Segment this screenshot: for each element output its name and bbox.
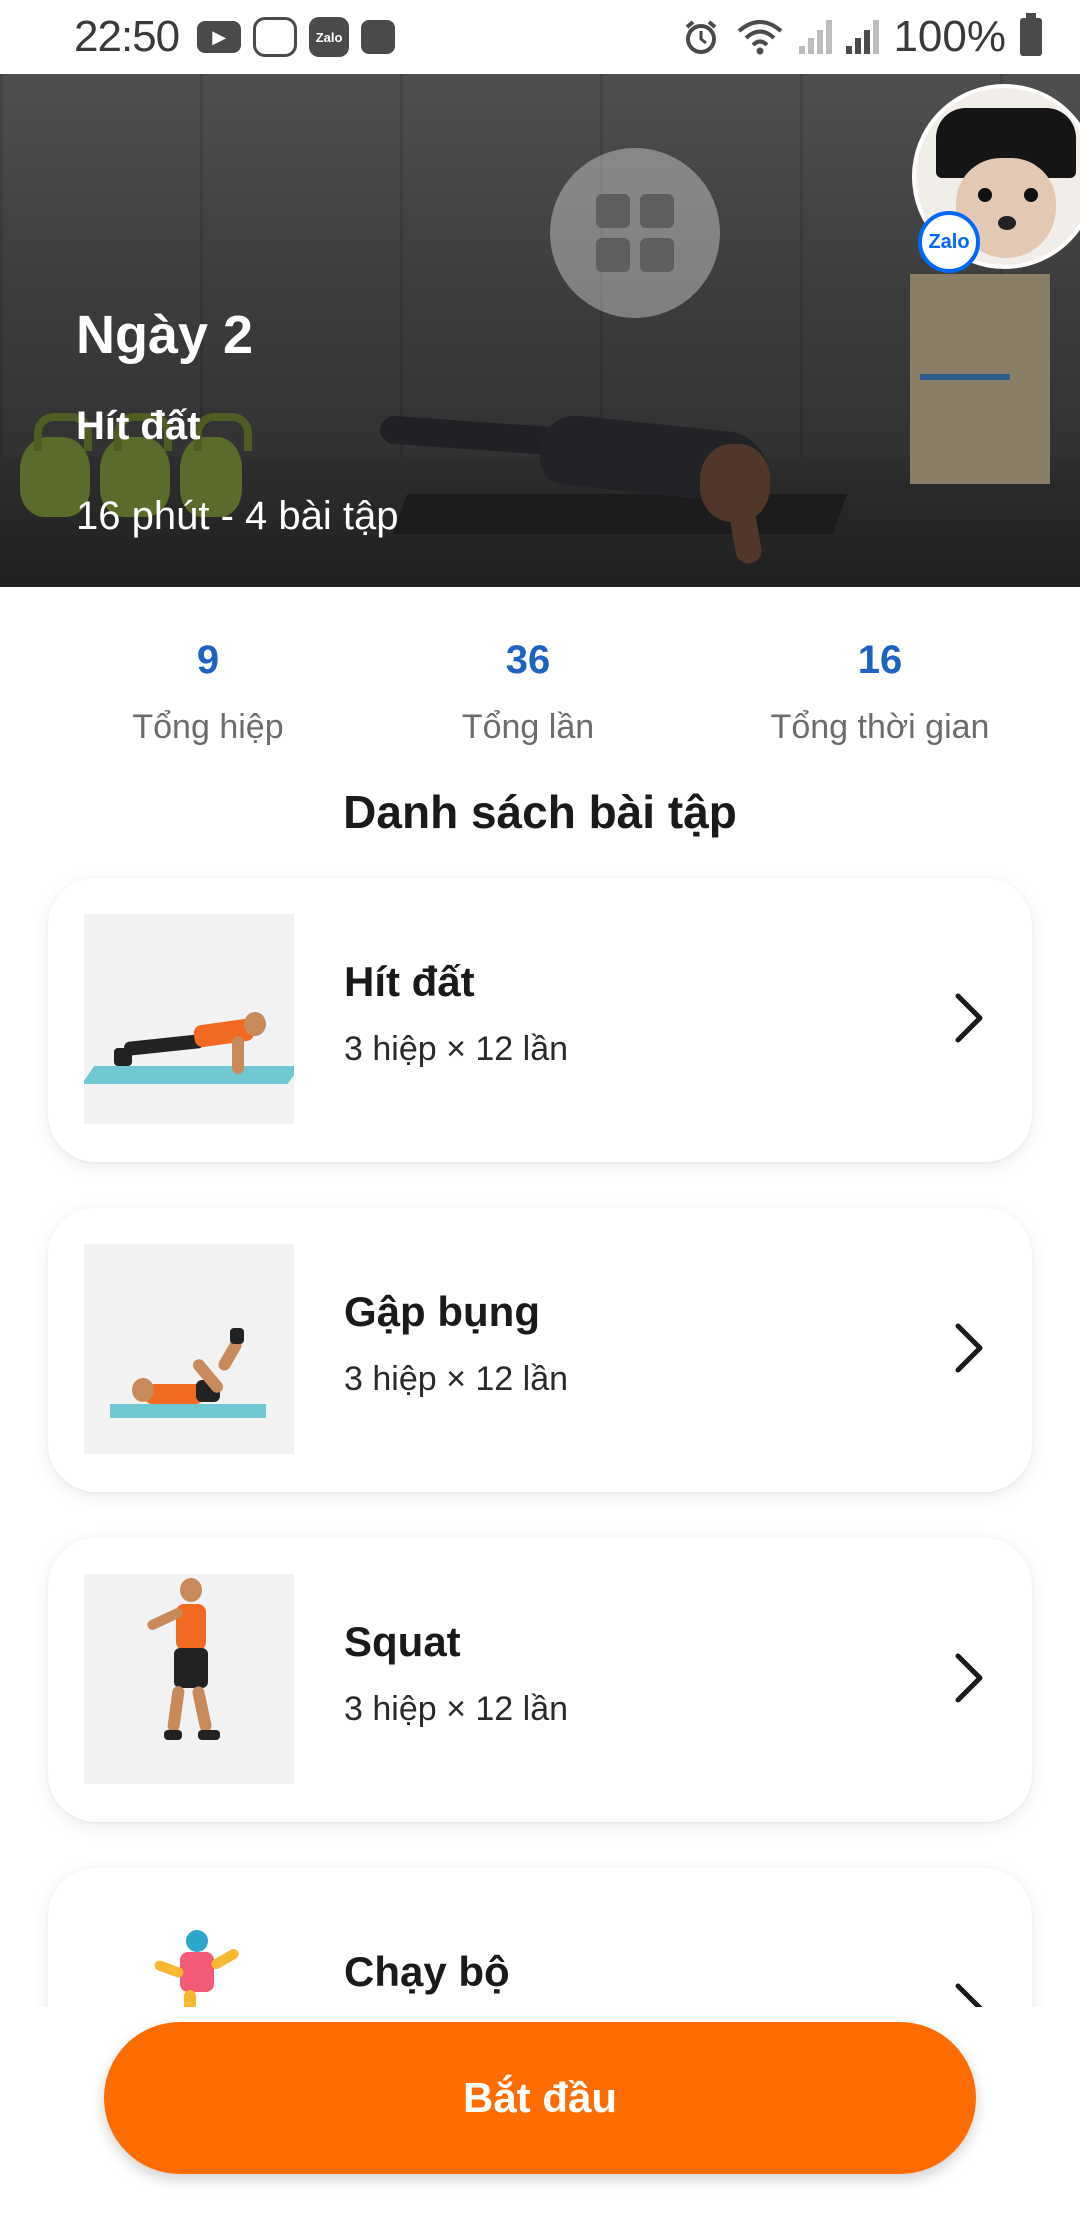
wifi-icon (738, 20, 783, 55)
exercise-card-squat[interactable]: Squat 3 hiệp × 12 lần (48, 1538, 1032, 1822)
stat-value: 9 (196, 638, 220, 682)
stat-total-time: 16 Tổng thời gian (730, 620, 1030, 747)
exercise-name: Gập bụng (344, 1288, 540, 1335)
exercise-card-running[interactable]: Chạy bộ (48, 1868, 1032, 2007)
stat-label: Tổng thời gian (770, 708, 990, 746)
system-icons: 100% (681, 12, 1042, 62)
zalo-icon: Zalo (309, 17, 350, 57)
battery-icon (1020, 13, 1042, 56)
signal-icon (846, 20, 880, 54)
stat-value: 16 (857, 638, 903, 682)
start-button[interactable]: Bắt đầu (104, 2022, 976, 2174)
grid-view-button[interactable] (550, 148, 720, 318)
day-title: Ngày 2 (76, 305, 254, 365)
exercise-detail: 3 hiệp × 12 lần (344, 1360, 569, 1398)
stat-value: 36 (505, 638, 551, 682)
exercise-name: Squat (344, 1618, 461, 1665)
exercise-name: Chạy bộ (344, 1948, 510, 1995)
exercise-list[interactable]: Hít đất 3 hiệp × 12 lần Gập bụng 3 hiệp … (0, 870, 1080, 2007)
app-screen: 22:50 ▶ Zalo 100% Ngày 2 Hít đất 16 phút… (0, 0, 1080, 2220)
stat-label: Tổng lần (461, 708, 595, 746)
alarm-icon (686, 20, 717, 54)
workout-meta: 16 phút - 4 bài tập (76, 494, 399, 538)
zalo-badge: Zalo (918, 211, 980, 273)
running-illustration (84, 1904, 294, 2007)
chevron-right-icon (955, 1323, 983, 1373)
exercise-card-crunch[interactable]: Gập bụng 3 hiệp × 12 lần (48, 1208, 1032, 1492)
workout-name: Hít đất (76, 404, 201, 448)
exercise-name: Hít đất (344, 958, 475, 1005)
chevron-right-icon (955, 1653, 983, 1703)
pushup-illustration (84, 914, 294, 1124)
workout-stats: 9 Tổng hiệp 36 Tổng lần 16 Tổng thời gia… (0, 620, 1080, 760)
battery-percent: 100% (893, 12, 1006, 61)
status-time: 22:50 (74, 12, 180, 61)
exercise-detail: 3 hiệp × 12 lần (344, 1030, 569, 1068)
stat-total-sets: 9 Tổng hiệp (58, 620, 358, 747)
exercise-card-pushup[interactable]: Hít đất 3 hiệp × 12 lần (48, 878, 1032, 1162)
signal-icon (799, 20, 833, 54)
grid-icon (596, 194, 674, 272)
youtube-icon: ▶ (197, 21, 242, 53)
status-bar: 22:50 ▶ Zalo 100% (0, 0, 1080, 74)
notification-icons: ▶ Zalo (197, 17, 396, 57)
squat-illustration (84, 1574, 294, 1784)
chevron-right-icon (955, 993, 983, 1043)
stat-total-reps: 36 Tổng lần (378, 620, 678, 747)
chevron-right-icon (955, 1983, 983, 2007)
stat-label: Tổng hiệp (132, 708, 284, 746)
cat-app-icon (253, 17, 298, 57)
exercise-detail: 3 hiệp × 12 lần (344, 1690, 569, 1728)
crunch-illustration (84, 1244, 294, 1454)
game-icon (361, 20, 396, 54)
exercise-list-title: Danh sách bài tập (343, 786, 737, 838)
